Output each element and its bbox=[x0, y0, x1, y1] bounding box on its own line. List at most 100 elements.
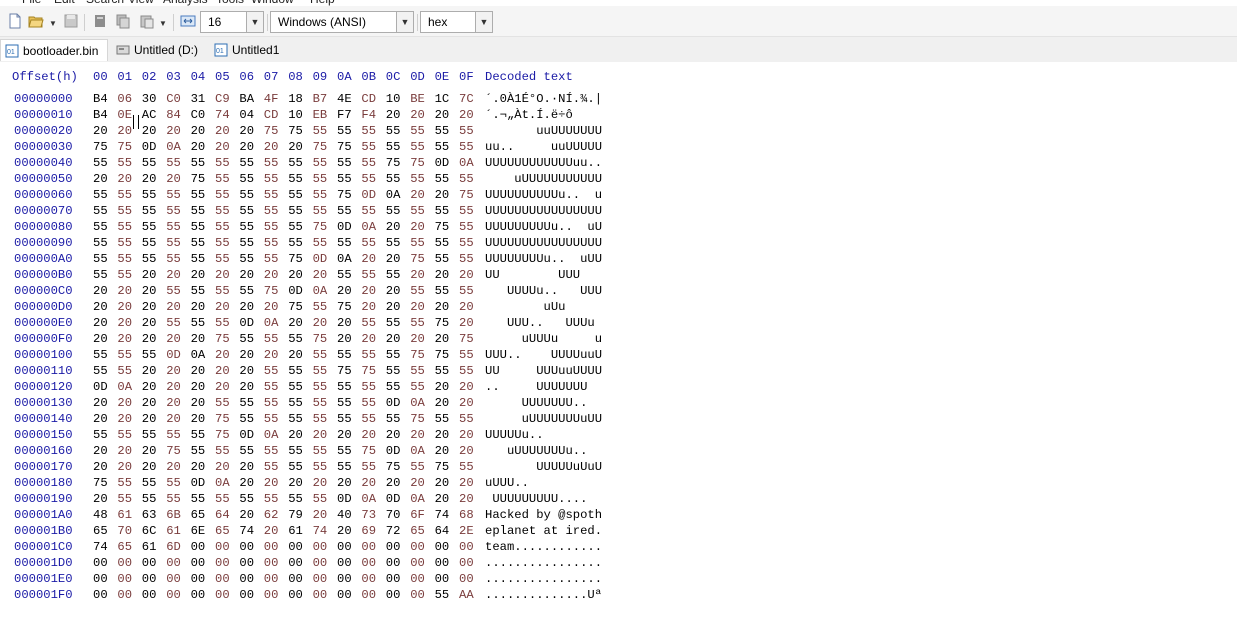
hex-byte[interactable]: 00 bbox=[410, 588, 425, 602]
hex-byte[interactable]: 65 bbox=[410, 524, 425, 538]
hex-byte[interactable]: 4F bbox=[264, 92, 279, 106]
hex-byte[interactable]: 00 bbox=[337, 556, 352, 570]
hex-byte[interactable]: 75 bbox=[435, 460, 450, 474]
hex-byte[interactable]: 00 bbox=[386, 588, 401, 602]
hex-byte[interactable]: 75 bbox=[459, 188, 474, 202]
hex-byte[interactable]: 75 bbox=[435, 220, 450, 234]
hex-byte[interactable]: 20 bbox=[361, 332, 376, 346]
hex-byte[interactable]: 55 bbox=[410, 364, 425, 378]
hex-byte[interactable]: 65 bbox=[215, 524, 230, 538]
view-mode-select[interactable]: hex ▼ bbox=[420, 11, 493, 33]
decoded-text[interactable]: UUUUUu.. bbox=[485, 428, 602, 442]
hex-byte[interactable]: 55 bbox=[166, 428, 181, 442]
hex-byte[interactable]: 00 bbox=[288, 556, 303, 570]
hex-byte[interactable]: 0D bbox=[361, 188, 376, 202]
hex-byte[interactable]: 10 bbox=[288, 108, 303, 122]
hex-byte[interactable]: 55 bbox=[337, 268, 352, 282]
hex-byte[interactable]: 55 bbox=[142, 188, 157, 202]
hex-byte[interactable]: 55 bbox=[410, 380, 425, 394]
hex-byte[interactable]: 00 bbox=[117, 588, 132, 602]
hex-byte[interactable]: 55 bbox=[313, 492, 328, 506]
hex-byte[interactable]: 55 bbox=[117, 252, 132, 266]
hex-byte[interactable]: 74 bbox=[239, 524, 254, 538]
cut-icon[interactable] bbox=[92, 13, 108, 29]
hex-byte[interactable]: 20 bbox=[264, 268, 279, 282]
hex-byte[interactable]: 55 bbox=[313, 348, 328, 362]
hex-byte[interactable]: 55 bbox=[166, 492, 181, 506]
hex-byte[interactable]: 55 bbox=[288, 188, 303, 202]
hex-byte[interactable]: 20 bbox=[166, 460, 181, 474]
hex-byte[interactable]: 20 bbox=[117, 444, 132, 458]
hex-byte[interactable]: 55 bbox=[215, 396, 230, 410]
hex-byte[interactable]: 0D bbox=[337, 492, 352, 506]
hex-byte[interactable]: 20 bbox=[117, 396, 132, 410]
hex-byte[interactable]: 20 bbox=[337, 332, 352, 346]
decoded-text[interactable]: UUUUUUUUUUu.. u bbox=[485, 188, 602, 202]
hex-byte[interactable]: 75 bbox=[313, 332, 328, 346]
decoded-text[interactable]: UUU.. UUUUuuU bbox=[485, 348, 602, 362]
hex-byte[interactable]: 0A bbox=[215, 476, 230, 490]
hex-byte[interactable]: 55 bbox=[93, 348, 108, 362]
hex-byte[interactable]: 20 bbox=[459, 492, 474, 506]
hex-byte[interactable]: 20 bbox=[191, 268, 206, 282]
hex-byte[interactable]: 55 bbox=[142, 156, 157, 170]
hex-byte[interactable]: 55 bbox=[93, 220, 108, 234]
hex-byte[interactable]: 20 bbox=[191, 140, 206, 154]
hex-byte[interactable]: C0 bbox=[166, 92, 181, 106]
hex-byte[interactable]: 75 bbox=[386, 460, 401, 474]
hex-byte[interactable]: 0A bbox=[410, 444, 425, 458]
hex-byte[interactable]: 55 bbox=[313, 204, 328, 218]
hex-byte[interactable]: 20 bbox=[215, 348, 230, 362]
hex-byte[interactable]: 00 bbox=[410, 556, 425, 570]
hex-byte[interactable]: 0D bbox=[239, 428, 254, 442]
hex-byte[interactable]: 74 bbox=[215, 108, 230, 122]
hex-byte[interactable]: 20 bbox=[166, 268, 181, 282]
hex-byte[interactable]: 75 bbox=[337, 140, 352, 154]
hex-byte[interactable]: 20 bbox=[239, 300, 254, 314]
hex-byte[interactable]: 00 bbox=[459, 540, 474, 554]
hex-byte[interactable]: 20 bbox=[459, 428, 474, 442]
hex-byte[interactable]: 55 bbox=[93, 156, 108, 170]
hex-byte[interactable]: 55 bbox=[410, 204, 425, 218]
hex-byte[interactable]: 20 bbox=[239, 508, 254, 522]
hex-byte[interactable]: 55 bbox=[239, 172, 254, 186]
hex-byte[interactable]: 55 bbox=[142, 236, 157, 250]
hex-byte[interactable]: 20 bbox=[288, 428, 303, 442]
hex-byte[interactable]: 00 bbox=[264, 572, 279, 586]
hex-byte[interactable]: 00 bbox=[117, 556, 132, 570]
hex-byte[interactable]: 20 bbox=[239, 124, 254, 138]
hex-byte[interactable]: 20 bbox=[435, 188, 450, 202]
hex-byte[interactable]: 55 bbox=[239, 444, 254, 458]
decoded-text[interactable]: uUUUUUUUuUU bbox=[485, 412, 602, 426]
hex-byte[interactable]: C0 bbox=[191, 108, 206, 122]
tab-untitled-d[interactable]: Untitled (D:) bbox=[112, 39, 208, 61]
hex-byte[interactable]: 20 bbox=[117, 412, 132, 426]
hex-byte[interactable]: 0D bbox=[435, 156, 450, 170]
hex-byte[interactable]: 20 bbox=[117, 124, 132, 138]
hex-byte[interactable]: 20 bbox=[337, 428, 352, 442]
hex-byte[interactable]: 55 bbox=[93, 204, 108, 218]
hex-byte[interactable]: 55 bbox=[264, 412, 279, 426]
hex-byte[interactable]: 65 bbox=[191, 508, 206, 522]
hex-byte[interactable]: 55 bbox=[337, 204, 352, 218]
hex-byte[interactable]: 75 bbox=[288, 252, 303, 266]
hex-byte[interactable]: 20 bbox=[93, 460, 108, 474]
hex-byte[interactable]: 55 bbox=[361, 140, 376, 154]
hex-byte[interactable]: 20 bbox=[117, 332, 132, 346]
hex-byte[interactable]: 20 bbox=[337, 316, 352, 330]
hex-byte[interactable]: 00 bbox=[410, 540, 425, 554]
hex-byte[interactable]: 20 bbox=[264, 348, 279, 362]
hex-byte[interactable]: 55 bbox=[459, 140, 474, 154]
hex-byte[interactable]: 55 bbox=[142, 204, 157, 218]
hex-byte[interactable]: 55 bbox=[435, 284, 450, 298]
hex-byte[interactable]: 00 bbox=[239, 540, 254, 554]
hex-byte[interactable]: 20 bbox=[142, 300, 157, 314]
hex-byte[interactable]: 55 bbox=[191, 220, 206, 234]
new-file-icon[interactable] bbox=[7, 13, 23, 29]
hex-byte[interactable]: 69 bbox=[361, 524, 376, 538]
hex-byte[interactable]: 20 bbox=[117, 172, 132, 186]
hex-byte[interactable]: 55 bbox=[361, 316, 376, 330]
hex-byte[interactable]: 55 bbox=[386, 380, 401, 394]
hex-byte[interactable]: 00 bbox=[264, 556, 279, 570]
hex-byte[interactable]: 75 bbox=[166, 444, 181, 458]
